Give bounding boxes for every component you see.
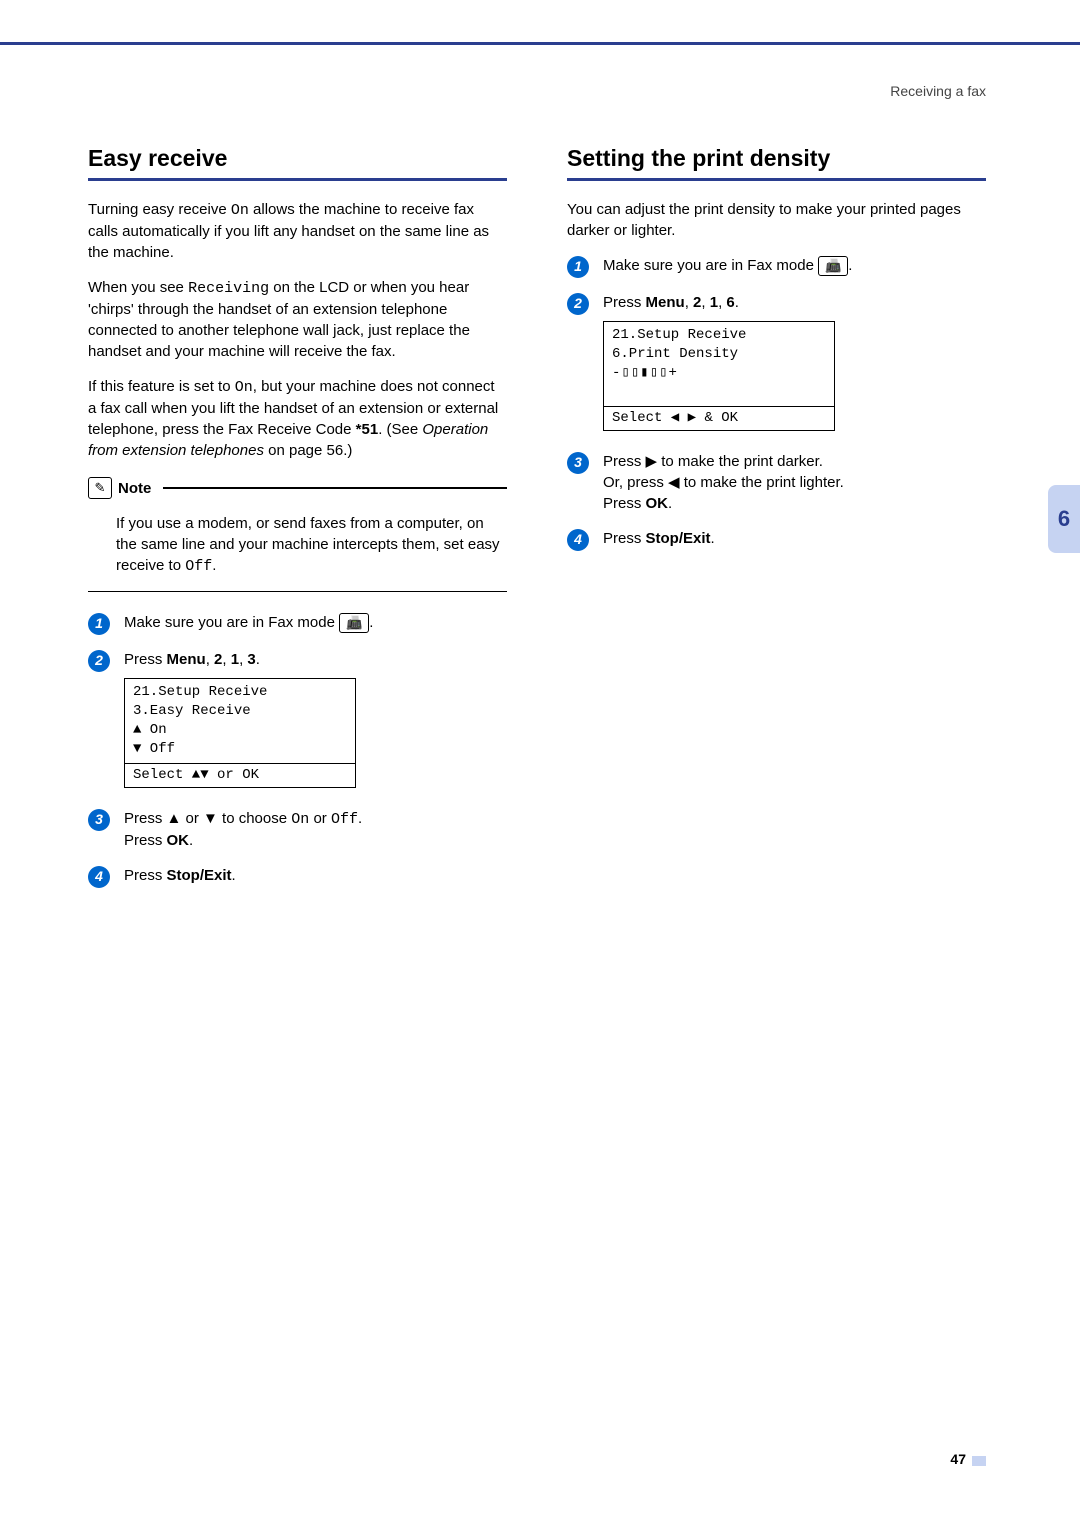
note-block: ✎ Note If you use a modem, or send faxes… — [88, 477, 507, 592]
para-density: You can adjust the print density to make… — [567, 199, 986, 241]
para-2: When you see Receiving on the LCD or whe… — [88, 277, 507, 362]
left-step-3: 3 Press ▲ or ▼ to choose On or Off. Pres… — [88, 808, 507, 851]
heading-print-density: Setting the print density — [567, 142, 986, 174]
lcd-screen-print-density: 21.Setup Receive 6.Print Density -▯▯▮▯▯+… — [603, 321, 835, 430]
step-badge-1: 1 — [567, 256, 589, 278]
left-step-1: 1 Make sure you are in Fax mode 📠. — [88, 612, 507, 635]
right-step-1: 1 Make sure you are in Fax mode 📠. — [567, 255, 986, 278]
right-step-2: 2 Press Menu, 2, 1, 6. 21.Setup Receive … — [567, 292, 986, 436]
note-rule — [163, 487, 507, 489]
step-badge-2: 2 — [567, 293, 589, 315]
note-body: If you use a modem, or send faxes from a… — [88, 505, 507, 592]
left-step-2: 2 Press Menu, 2, 1, 3. 21.Setup Receive … — [88, 649, 507, 793]
lcd-screen-easy-receive: 21.Setup Receive 3.Easy Receive ▲ On ▼ O… — [124, 678, 356, 787]
fax-mode-icon: 📠 — [339, 613, 369, 633]
step-badge-4: 4 — [567, 529, 589, 551]
top-rule — [0, 42, 1080, 45]
step-badge-3: 3 — [88, 809, 110, 831]
fax-mode-icon: 📠 — [818, 256, 848, 276]
right-step-3: 3 Press ▶ to make the print darker. Or, … — [567, 451, 986, 514]
para-1: Turning easy receive On allows the machi… — [88, 199, 507, 263]
left-step-4: 4 Press Stop/Exit. — [88, 865, 507, 888]
page-deco — [972, 1456, 986, 1466]
heading-rule — [88, 178, 507, 181]
page-header: Receiving a fax — [890, 82, 986, 102]
heading-rule — [567, 178, 986, 181]
step-badge-3: 3 — [567, 452, 589, 474]
step-badge-4: 4 — [88, 866, 110, 888]
page-number: 47 — [950, 1450, 986, 1470]
step-badge-1: 1 — [88, 613, 110, 635]
step-badge-2: 2 — [88, 650, 110, 672]
heading-easy-receive: Easy receive — [88, 142, 507, 174]
chapter-tab: 6 — [1048, 485, 1080, 553]
right-step-4: 4 Press Stop/Exit. — [567, 528, 986, 551]
note-icon: ✎ — [88, 477, 112, 499]
left-column: Easy receive Turning easy receive On all… — [88, 142, 507, 902]
right-column: Setting the print density You can adjust… — [567, 142, 986, 902]
para-3: If this feature is set to On, but your m… — [88, 376, 507, 461]
note-label: Note — [118, 478, 151, 499]
